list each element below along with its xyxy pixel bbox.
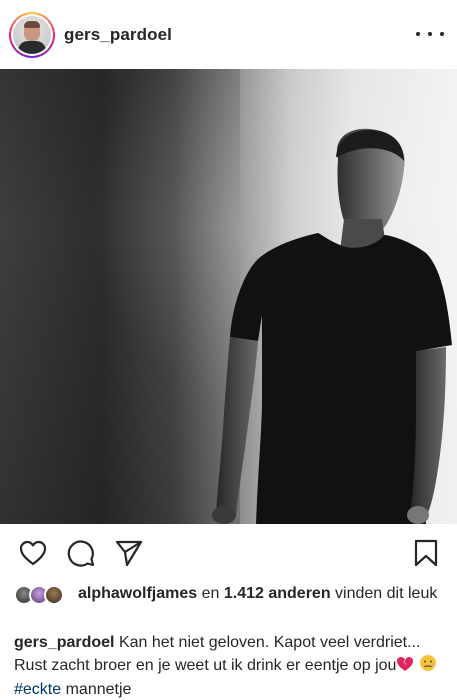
post-caption: gers_pardoel Kan het niet geloven. Kapot… xyxy=(14,632,446,700)
send-icon[interactable] xyxy=(114,538,144,568)
broken-heart-icon xyxy=(396,656,414,679)
avatar[interactable] xyxy=(9,12,55,58)
likes-summary[interactable]: alphawolfjames en 1.412 anderen vinden d… xyxy=(14,583,446,605)
comment-icon[interactable] xyxy=(66,538,96,568)
profile-photo-icon xyxy=(13,16,51,54)
sad-face-icon xyxy=(419,654,437,679)
liker-avatars xyxy=(14,585,74,605)
portrait-figure xyxy=(212,128,452,524)
more-options-icon[interactable] xyxy=(416,24,444,44)
post-actions xyxy=(0,530,457,576)
heart-icon[interactable] xyxy=(18,538,48,568)
post-image[interactable] xyxy=(0,69,457,524)
post-header: gers_pardoel xyxy=(0,0,457,68)
likes-others[interactable]: 1.412 anderen xyxy=(224,585,331,602)
bookmark-icon[interactable] xyxy=(411,538,441,568)
liker-avatar-3 xyxy=(44,585,64,605)
post-username[interactable]: gers_pardoel xyxy=(64,25,172,45)
hashtag-link[interactable]: #eckte xyxy=(14,681,61,698)
likes-text: alphawolfjames en 1.412 anderen vinden d… xyxy=(14,583,446,604)
caption-username[interactable]: gers_pardoel xyxy=(14,634,114,651)
first-liker[interactable]: alphawolfjames xyxy=(78,585,197,602)
likes-connector: en xyxy=(201,585,220,602)
likes-suffix: vinden dit leuk xyxy=(335,585,438,602)
caption-trailing: mannetje xyxy=(65,681,132,698)
